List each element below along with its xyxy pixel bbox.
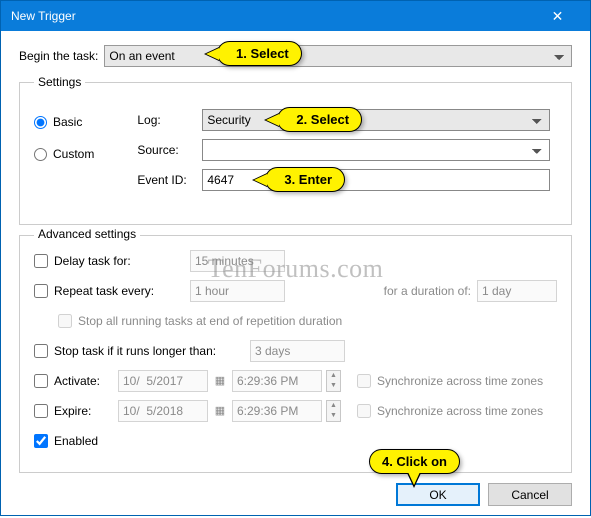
activate-checkbox[interactable]: [34, 374, 48, 388]
radio-custom-label: Custom: [53, 147, 94, 161]
delay-checkbox[interactable]: [34, 254, 48, 268]
settings-legend: Settings: [34, 75, 85, 89]
activate-time: [232, 370, 322, 392]
source-row: Source:: [137, 139, 550, 161]
duration-select: 1 day: [477, 280, 557, 302]
dialog-content: Begin the task: On an event 1. Select Se…: [1, 31, 590, 518]
stopif-checkbox[interactable]: [34, 344, 48, 358]
titlebar: New Trigger ✕: [1, 1, 590, 31]
activate-label: Activate:: [54, 374, 112, 388]
sync2-checkbox: [357, 404, 371, 418]
stopall-label: Stop all running tasks at end of repetit…: [78, 314, 342, 328]
radio-basic-input[interactable]: [34, 116, 47, 129]
begin-row: Begin the task: On an event 1. Select: [19, 45, 572, 67]
eventid-row: Event ID: 3. Enter: [137, 169, 550, 191]
repeat-label: Repeat task every:: [54, 284, 184, 298]
delay-select: 15 minutes: [190, 250, 285, 272]
delay-label: Delay task for:: [54, 254, 184, 268]
sync1-label: Synchronize across time zones: [377, 374, 543, 388]
callout-4: 4. Click on: [369, 449, 460, 474]
stopall-checkbox: [58, 314, 72, 328]
stopif-select: 3 days: [250, 340, 345, 362]
stopif-row: Stop task if it runs longer than: 3 days: [34, 340, 557, 362]
eventid-label: Event ID:: [137, 173, 202, 187]
expire-label: Expire:: [54, 404, 112, 418]
begin-task-select[interactable]: On an event: [104, 45, 572, 67]
radio-basic[interactable]: Basic: [34, 115, 134, 129]
fields-column: Log: Security 2. Select Source: Event ID…: [137, 99, 550, 199]
stopif-label: Stop task if it runs longer than:: [54, 344, 244, 358]
source-select[interactable]: [202, 139, 550, 161]
spin-icon: ▲▼: [326, 400, 341, 422]
spin-icon: ▲▼: [326, 370, 341, 392]
callout-2: 2. Select: [277, 107, 362, 132]
radio-custom[interactable]: Custom: [34, 147, 134, 161]
source-label: Source:: [137, 143, 202, 157]
sync1-checkbox: [357, 374, 371, 388]
callout-1: 1. Select: [217, 41, 302, 66]
repeat-row: Repeat task every: 1 hour for a duration…: [34, 280, 557, 302]
window-title: New Trigger: [11, 9, 76, 23]
enabled-row: Enabled: [34, 430, 557, 452]
expire-time: [232, 400, 322, 422]
radio-column: Basic Custom: [34, 99, 134, 179]
radio-custom-input[interactable]: [34, 148, 47, 161]
log-row: Log: Security 2. Select: [137, 109, 550, 131]
log-select[interactable]: Security: [202, 109, 550, 131]
expire-row: Expire: ▦ ▲▼ Synchronize across time zon…: [34, 400, 557, 422]
expire-date: [118, 400, 208, 422]
settings-group: Settings Basic Custom Log: Security 2. S…: [19, 75, 572, 225]
activate-row: Activate: ▦ ▲▼ Synchronize across time z…: [34, 370, 557, 392]
repeat-checkbox[interactable]: [34, 284, 48, 298]
cancel-button[interactable]: Cancel: [488, 483, 572, 506]
radio-basic-label: Basic: [53, 115, 82, 129]
callout-3: 3. Enter: [265, 167, 345, 192]
sync2-label: Synchronize across time zones: [377, 404, 543, 418]
log-label: Log:: [137, 113, 202, 127]
begin-label: Begin the task:: [19, 49, 98, 63]
advanced-title: Advanced settings: [34, 227, 140, 241]
stopall-row: Stop all running tasks at end of repetit…: [58, 310, 557, 332]
duration-label: for a duration of:: [384, 284, 471, 298]
expire-checkbox[interactable]: [34, 404, 48, 418]
enabled-label: Enabled: [54, 434, 98, 448]
close-icon[interactable]: ✕: [535, 8, 580, 25]
enabled-checkbox[interactable]: [34, 434, 48, 448]
calendar-icon: ▦: [212, 400, 228, 422]
advanced-group: Advanced settings Delay task for: 15 min…: [19, 235, 572, 473]
delay-row: Delay task for: 15 minutes: [34, 250, 557, 272]
button-bar: 4. Click on OK Cancel: [19, 483, 572, 506]
repeat-select: 1 hour: [190, 280, 285, 302]
calendar-icon: ▦: [212, 370, 228, 392]
activate-date: [118, 370, 208, 392]
